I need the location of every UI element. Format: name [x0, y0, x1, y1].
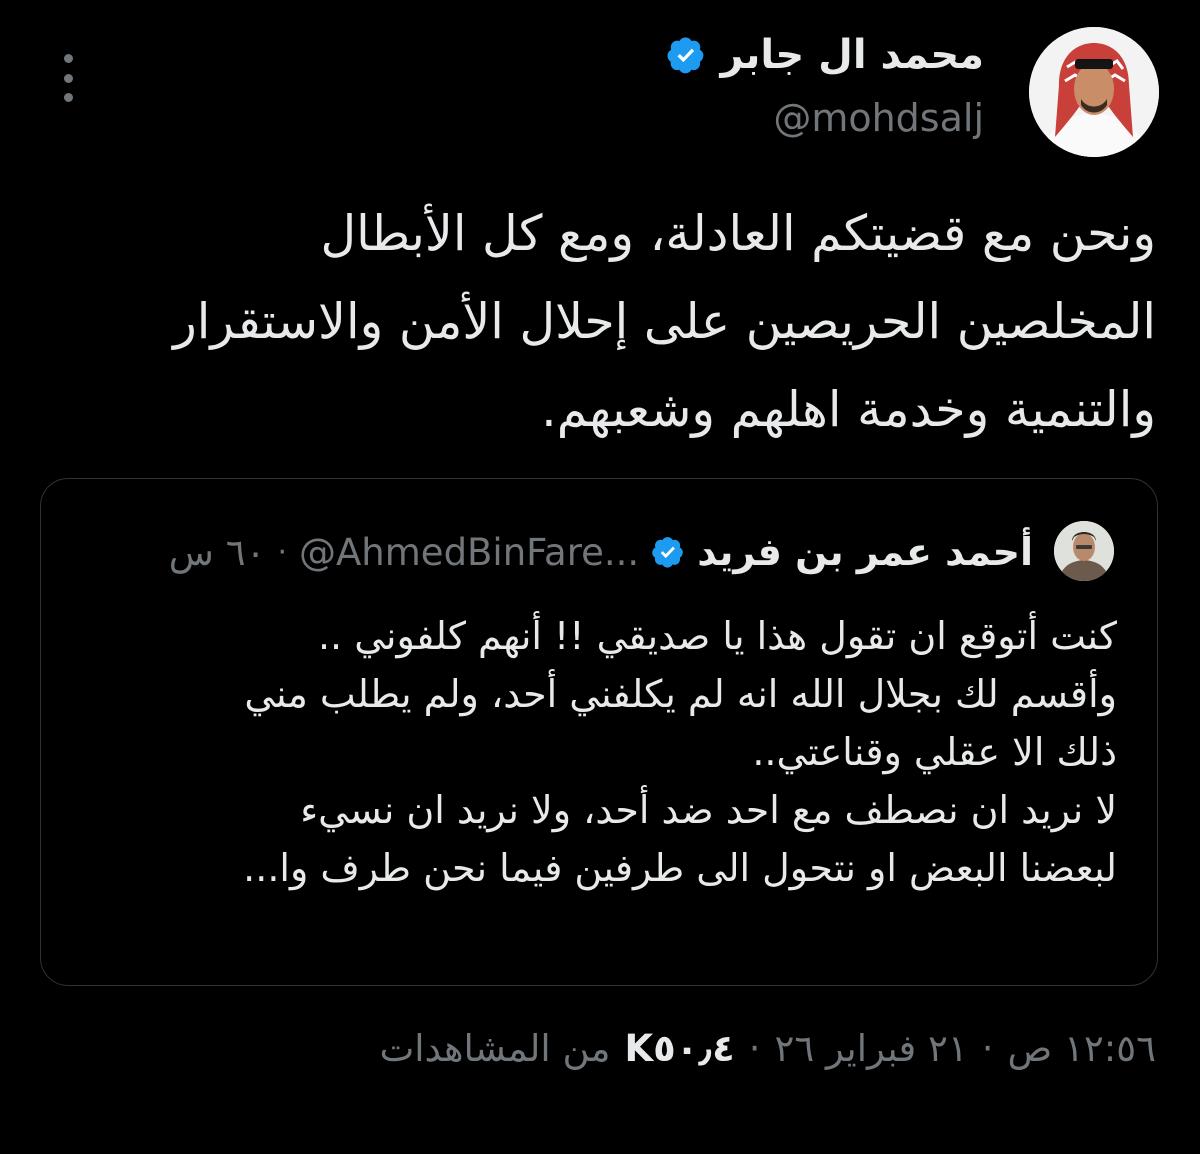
quote-header: أحمد عمر بن فريد @AhmedBinFare... · ٦٠ س: [169, 519, 1033, 585]
more-options-button[interactable]: [56, 54, 80, 102]
quote-text: كنت أتوقع ان تقول هذا يا صديقي !! أنهم ك…: [243, 614, 1117, 890]
author-handle[interactable]: @mohdsalj: [773, 96, 984, 140]
quote-timestamp[interactable]: ٦٠ س: [169, 531, 266, 574]
avatar-photo-icon: [1029, 27, 1159, 157]
tweet-text: ونحن مع قضيتكم العادلة، ومع كل الأبطال ا…: [173, 205, 1156, 438]
more-dot-icon: [63, 54, 73, 63]
quoted-tweet[interactable]: أحمد عمر بن فريد @AhmedBinFare... · ٦٠ س…: [40, 478, 1158, 986]
author-header: محمد ال جابر: [666, 32, 984, 78]
verified-badge-icon: [652, 537, 684, 568]
tweet-time[interactable]: ١٢:٥٦ ص: [1008, 1027, 1156, 1070]
quote-separator: ·: [277, 534, 287, 570]
quote-author-handle[interactable]: @AhmedBinFare...: [299, 531, 639, 574]
tweet-metadata: ١٢:٥٦ ص · ٢١ فبراير ٢٦ · K٥٠٫٤ من المشاه…: [379, 1018, 1156, 1078]
author-display-name[interactable]: محمد ال جابر: [720, 32, 984, 78]
quote-author-avatar[interactable]: [1054, 521, 1114, 581]
meta-separator: ·: [981, 1026, 994, 1070]
author-avatar[interactable]: [1029, 27, 1159, 157]
tweet-date[interactable]: ٢١ فبراير ٢٦: [774, 1027, 967, 1070]
verified-badge-icon: [667, 37, 704, 74]
more-dot-icon: [63, 73, 73, 83]
quote-author-name[interactable]: أحمد عمر بن فريد: [697, 530, 1033, 574]
more-dot-icon: [63, 93, 73, 102]
views-label: من المشاهدات: [379, 1026, 611, 1070]
avatar-photo-icon: [1054, 521, 1114, 581]
views-count[interactable]: K٥٠٫٤: [624, 1027, 734, 1070]
meta-separator: ·: [748, 1026, 761, 1070]
